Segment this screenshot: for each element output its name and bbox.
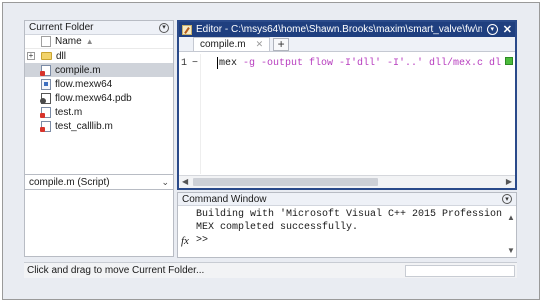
m-file-icon <box>40 106 51 118</box>
editor-title: Editor - C:\msys64\home\Shawn.Brooks\max… <box>196 24 482 35</box>
editor-icon <box>182 24 192 35</box>
file-list: + dll compile.m flow.mexw64 flow.mexw64.pdb t… <box>25 49 173 133</box>
panel-actions-icon[interactable]: ▾ <box>159 22 169 33</box>
add-tab-button[interactable]: + <box>273 38 290 51</box>
text-cursor <box>217 57 218 69</box>
current-folder-panel: Current Folder ▾ Name ▲ + dll compile.m flo… <box>24 20 174 192</box>
name-column-label: Name <box>55 36 82 47</box>
scroll-right-icon[interactable]: ▶ <box>506 177 512 186</box>
file-list-item[interactable]: test_calllib.m <box>25 119 173 133</box>
close-icon[interactable]: ✕ <box>503 23 512 36</box>
file-name: dll <box>56 50 67 62</box>
editor-window: Editor - C:\msys64\home\Shawn.Brooks\max… <box>177 20 517 190</box>
file-details-label: compile.m (Script) <box>29 176 110 188</box>
m-file-icon <box>40 64 51 76</box>
scroll-left-icon[interactable]: ◀ <box>182 177 188 186</box>
status-bar: Click and drag to move Current Folder... <box>24 262 517 278</box>
line-number: 1 <box>181 58 188 69</box>
expand-icon[interactable]: + <box>27 52 35 60</box>
current-folder-title: Current Folder <box>29 22 94 33</box>
tab-close-icon[interactable]: ✕ <box>256 39 264 50</box>
folder-icon <box>41 52 52 60</box>
file-name: flow.mexw64.pdb <box>55 92 132 104</box>
m-file-icon <box>40 120 51 132</box>
code-keyword: mex <box>219 58 238 69</box>
editor-tab-strip: compile.m ✕ + <box>179 37 515 52</box>
file-details-pane <box>24 191 174 257</box>
command-window-title: Command Window <box>182 193 267 205</box>
chevron-down-icon[interactable]: ⌄ <box>161 177 169 188</box>
mex-file-icon <box>41 78 51 90</box>
current-folder-header: Current Folder ▾ <box>25 21 173 35</box>
code-analyzer-ok-icon[interactable] <box>505 57 513 65</box>
file-list-item[interactable]: flow.mexw64 <box>25 77 173 91</box>
status-message: Click and drag to move Current Folder... <box>27 265 205 276</box>
command-output: Building with 'Microsoft Visual C++ 2015… <box>196 208 502 247</box>
sort-ascending-icon: ▲ <box>85 37 94 46</box>
editor-actions-icon[interactable]: ▾ <box>486 24 498 35</box>
file-name: compile.m <box>55 64 101 76</box>
file-list-item[interactable]: test.m <box>25 105 173 119</box>
name-column-header[interactable]: Name ▲ <box>25 35 173 49</box>
tab-compile-m[interactable]: compile.m ✕ <box>193 37 271 51</box>
editor-title-bar[interactable]: Editor - C:\msys64\home\Shawn.Brooks\max… <box>179 22 515 37</box>
function-browser-icon[interactable]: fx <box>181 235 189 247</box>
code-area[interactable]: 1 − mex -g -output flow -I'dll' -I'..' d… <box>179 54 515 174</box>
file-details-bar[interactable]: compile.m (Script) ⌄ <box>24 174 174 190</box>
file-list-item[interactable]: + dll <box>25 49 173 63</box>
scroll-down-icon[interactable]: ▼ <box>507 246 515 255</box>
output-line: MEX completed successfully. <box>196 222 359 233</box>
scroll-thumb[interactable] <box>193 178 378 186</box>
line-marker: − <box>192 58 199 69</box>
vertical-scrollbar[interactable]: ▲ ▼ <box>505 207 516 257</box>
scroll-up-icon[interactable]: ▲ <box>507 213 515 222</box>
command-window-header: Command Window ▾ <box>178 193 516 206</box>
file-name: flow.mexw64 <box>55 78 113 90</box>
command-prompt[interactable]: >> <box>196 234 502 247</box>
file-name: test.m <box>55 106 83 118</box>
code-arguments: -g -output flow -I'dll' -I'..' dll/mex.c… <box>237 58 502 69</box>
horizontal-scrollbar[interactable]: ◀ ▶ <box>179 175 515 188</box>
file-name: test_calllib.m <box>55 120 113 132</box>
panel-actions-icon[interactable]: ▾ <box>502 194 512 204</box>
pdb-file-icon <box>40 92 51 104</box>
output-line: Building with 'Microsoft Visual C++ 2015… <box>196 209 503 220</box>
tab-label: compile.m <box>200 39 246 50</box>
page-icon <box>41 36 51 47</box>
command-window: Command Window ▾ Building with 'Microsof… <box>177 192 517 258</box>
line-gutter: 1 − <box>179 54 201 174</box>
file-list-item[interactable]: flow.mexw64.pdb <box>25 91 173 105</box>
status-field <box>405 265 515 277</box>
code-line[interactable]: mex -g -output flow -I'dll' -I'..' dll/m… <box>219 58 501 69</box>
file-list-item[interactable]: compile.m <box>25 63 173 77</box>
